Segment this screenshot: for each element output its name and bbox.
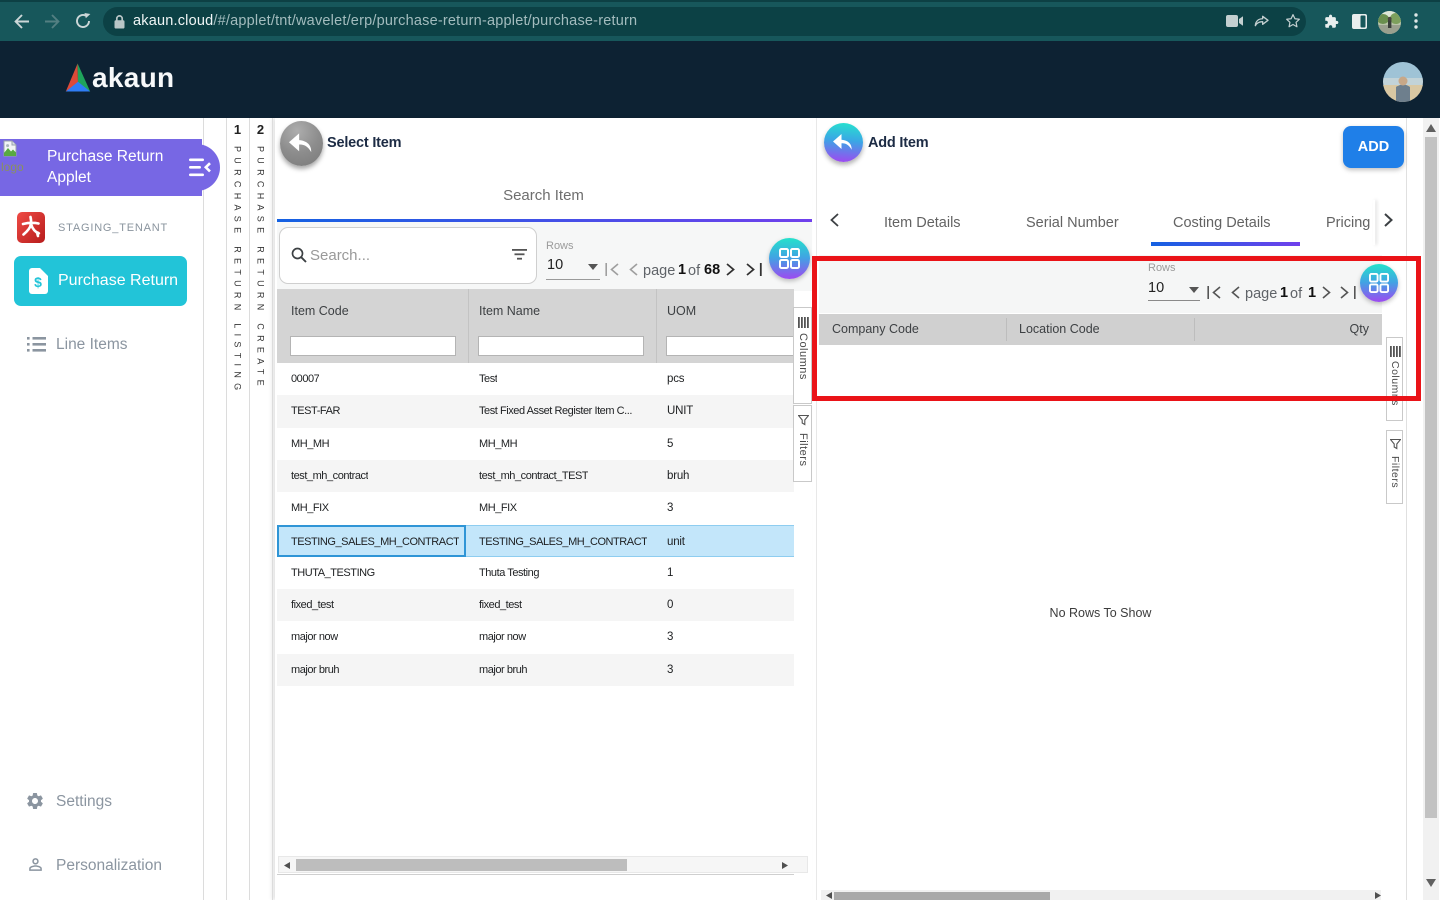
svg-text:$: $ — [34, 274, 42, 290]
